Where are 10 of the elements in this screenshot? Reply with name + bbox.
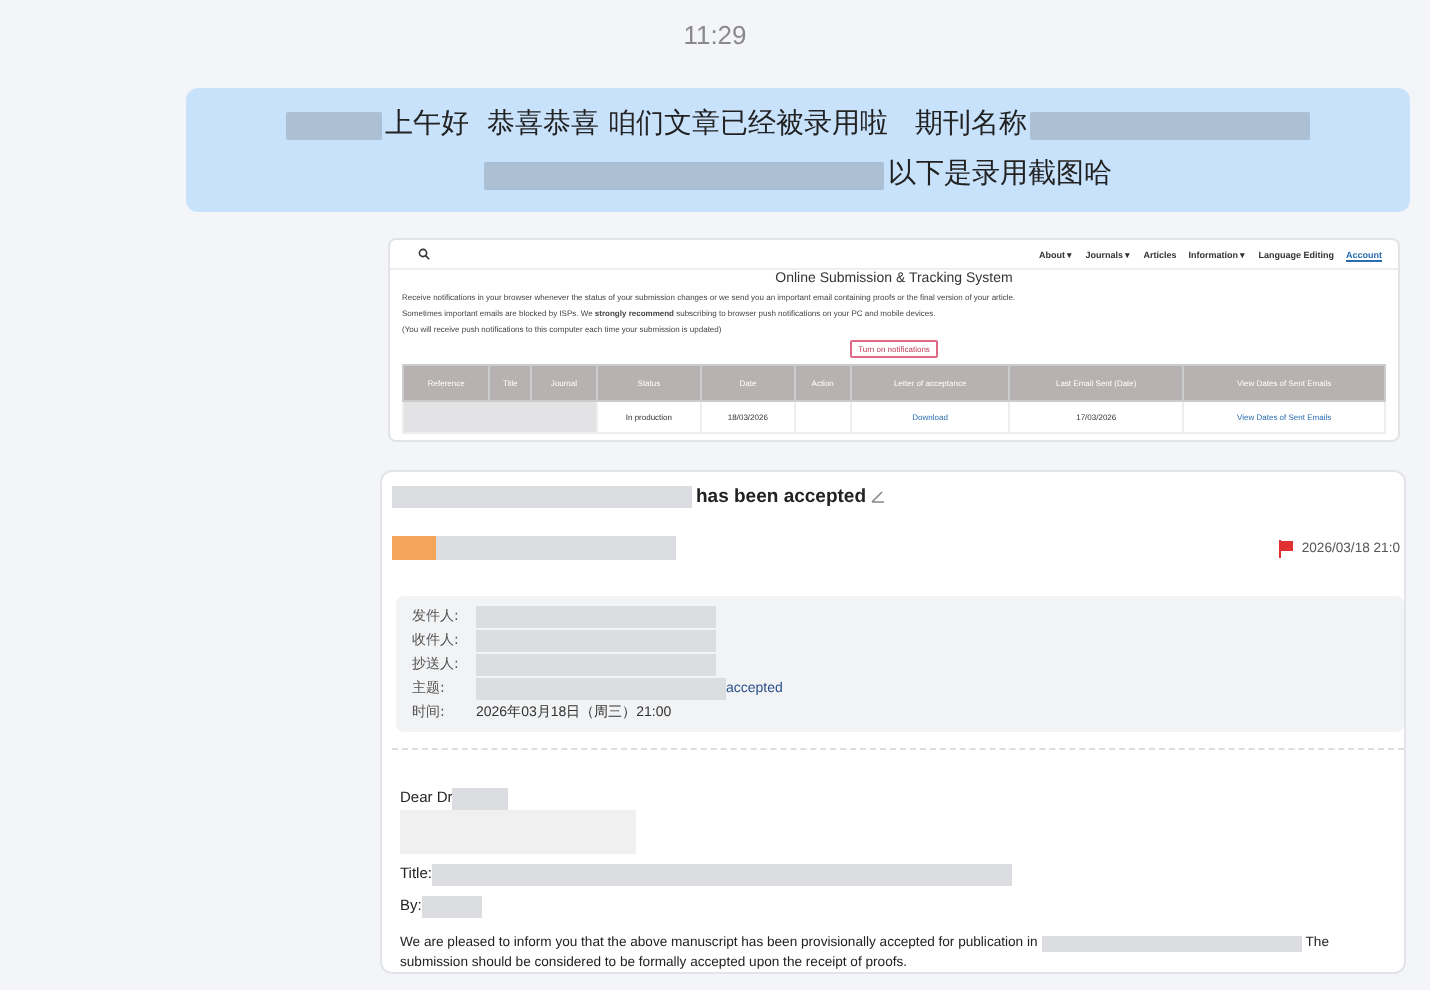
search-icon — [418, 248, 430, 260]
flag-icon — [1277, 539, 1294, 557]
email-subject: has been accepted — [696, 485, 867, 507]
redacted-block — [285, 111, 382, 139]
message-time: 11:29 — [683, 20, 747, 50]
message-text: 上午好 恭喜恭喜 咱们文章已经被录用啦 期刊名称 — [385, 106, 1027, 144]
message-text: 以下是录用截图哈 — [888, 156, 1112, 194]
pencil-icon — [870, 488, 887, 504]
redacted-block — [421, 895, 482, 917]
sender-avatar — [392, 536, 436, 560]
